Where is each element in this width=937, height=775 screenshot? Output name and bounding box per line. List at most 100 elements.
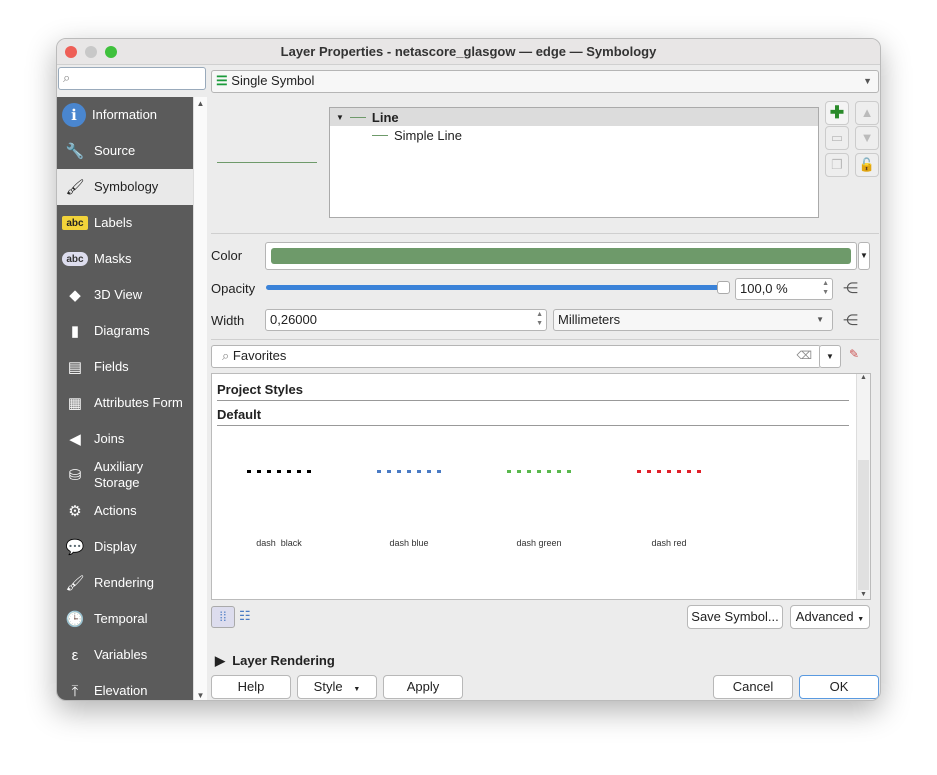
duplicate-layer-button[interactable]: ❐ [825, 153, 849, 177]
scrollbar-thumb[interactable] [858, 460, 869, 590]
scroll-up-icon[interactable]: ▲ [194, 99, 207, 108]
close-window-button[interactable] [65, 46, 77, 58]
sidebar-item-label: 3D View [94, 287, 143, 302]
sidebar-item-display[interactable]: 💬 Display [57, 529, 193, 565]
sidebar-item-joins[interactable]: ◀ Joins [57, 421, 193, 457]
opacity-slider[interactable] [266, 285, 728, 290]
sidebar-item-label: Labels [94, 215, 133, 230]
sidebar-item-symbology[interactable]: 🖌 Symbology [57, 169, 193, 205]
symbol-name: dash blue [389, 538, 429, 548]
advanced-label: Advanced [795, 609, 854, 624]
sidebar-item-label: Masks [94, 251, 132, 266]
sidebar-item-label: Diagrams [94, 323, 150, 338]
sidebar-item-label: Attributes Form [94, 395, 183, 410]
auxiliary-storage-icon: ⛁ [68, 467, 82, 484]
width-spinbox[interactable]: 0,26000 ▲ ▼ [265, 309, 547, 331]
sidebar-item-rendering[interactable]: 🖌 Rendering [57, 565, 193, 601]
sidebar-item-label: Rendering [94, 575, 154, 590]
symbol-preview-2[interactable] [507, 470, 571, 473]
symbol-library: Project Styles Default dash black dash bl… [211, 373, 871, 600]
info-icon: ℹ [62, 103, 86, 127]
opacity-spinbox[interactable]: 100,0 % ▲ ▼ [735, 278, 833, 300]
search-icon: ⌕ [63, 70, 71, 85]
sidebar-item-label: Auxiliary Storage [94, 459, 144, 490]
symbology-icon: 🖌 [65, 179, 85, 196]
layer-properties-window: Layer Properties - netascore_glasgow — e… [56, 38, 881, 701]
clear-icon[interactable]: ⌫ [796, 346, 812, 366]
apply-button[interactable]: Apply [383, 675, 463, 699]
sidebar-item-temporal[interactable]: 🕒 Temporal [57, 601, 193, 637]
group-project-styles: Project Styles [217, 382, 303, 397]
sidebar-item-attributes-form[interactable]: ▦ Attributes Form [57, 385, 193, 421]
sidebar-item-label: Fields [94, 359, 129, 374]
symbol-preview [217, 162, 317, 163]
move-down-button[interactable]: ▼ [855, 126, 879, 150]
opacity-label: Opacity [211, 281, 256, 296]
opacity-slider-handle[interactable] [717, 281, 730, 294]
filter-dropdown-button[interactable]: ▼ [819, 345, 841, 368]
temporal-icon: 🕒 [65, 611, 85, 628]
scroll-down-icon[interactable]: ▼ [194, 691, 207, 700]
sidebar-item-elevation[interactable]: ⤒ Elevation [57, 673, 193, 700]
elevation-icon: ⤒ [71, 682, 79, 700]
symbol-name: dash red [651, 538, 687, 548]
sidebar-item-info[interactable]: ℹ Information [57, 97, 193, 133]
variables-icon: ε [71, 646, 79, 664]
sidebar-item-auxiliary-storage[interactable]: ⛁ Auxiliary Storage [57, 457, 193, 493]
diagrams-icon: ▮ [70, 323, 80, 340]
opacity-value: 100,0 % [740, 281, 788, 296]
save-symbol-button[interactable]: Save Symbol... [687, 605, 783, 629]
remove-symbol-layer-button[interactable]: ▭ [825, 126, 849, 150]
sidebar-item-diagrams[interactable]: ▮ Diagrams [57, 313, 193, 349]
sidebar-item-label: Symbology [94, 179, 159, 194]
ok-button[interactable]: OK [799, 675, 879, 699]
symbol-filter-input[interactable]: ⌕ Favorites ⌫ [211, 345, 821, 368]
tree-item-line[interactable]: ▼ Line [330, 108, 818, 126]
help-button[interactable]: Help [211, 675, 291, 699]
symbol-name: dash green [516, 538, 562, 548]
advanced-button[interactable]: Advanced ▼ [790, 605, 870, 629]
renderer-select[interactable]: ☰ Single Symbol ▼ [211, 70, 879, 93]
cancel-button[interactable]: Cancel [713, 675, 793, 699]
move-up-button[interactable]: ▲ [855, 101, 879, 125]
title-bar: Layer Properties - netascore_glasgow — e… [57, 39, 880, 65]
color-dropdown-button[interactable]: ▼ [858, 242, 870, 270]
minimize-window-button[interactable] [85, 46, 97, 58]
sidebar-item-masks[interactable]: abc Masks [57, 241, 193, 277]
style-button[interactable]: Style ▼ [297, 675, 377, 699]
unit-select[interactable]: Millimeters ▼ [553, 309, 833, 331]
layer-rendering-toggle[interactable]: ▶ Layer Rendering [215, 653, 335, 669]
list-view-button[interactable]: ☷ [239, 608, 251, 624]
sidebar-item-fields[interactable]: ▤ Fields [57, 349, 193, 385]
single-symbol-icon: ☰ [216, 73, 228, 88]
color-button[interactable] [265, 242, 857, 270]
data-defined-override-icon[interactable]: ⋲ [843, 279, 858, 297]
sidebar-item-label: Actions [94, 503, 137, 518]
rendering-icon: 🖌 [65, 575, 85, 592]
library-scrollbar[interactable]: ▲ ▼ [856, 374, 870, 599]
sidebar-search-input[interactable]: ⌕ [58, 67, 206, 90]
sidebar-item-label: Temporal [94, 611, 148, 626]
symbol-preview-1[interactable] [377, 470, 441, 473]
tree-child-label: Simple Line [394, 127, 462, 143]
add-symbol-layer-button[interactable]: ✚ [825, 101, 849, 125]
attributes-form-icon: ▦ [67, 395, 83, 412]
sidebar-item-labels[interactable]: abc Labels [57, 205, 193, 241]
data-defined-override-icon[interactable]: ⋲ [843, 311, 858, 329]
symbol-layer-tree: ▼ Line Simple Line [329, 107, 819, 218]
tree-item-simple-line[interactable]: Simple Line [330, 126, 818, 144]
sidebar-scrollbar[interactable]: ▲ ▼ [193, 97, 207, 700]
sidebar-item-actions[interactable]: ⚙ Actions [57, 493, 193, 529]
sidebar-item-3d-view[interactable]: ◆ 3D View [57, 277, 193, 313]
style-manager-icon[interactable]: ✎ [849, 347, 859, 361]
symbol-preview-3[interactable] [637, 470, 701, 473]
sidebar-item-source[interactable]: 🔧 Source [57, 133, 193, 169]
icon-view-button[interactable]: ⁞⁞ [211, 606, 235, 628]
zoom-window-button[interactable] [105, 46, 117, 58]
sidebar-item-label: Display [94, 539, 137, 554]
lock-layer-button[interactable]: 🔓 [855, 153, 879, 177]
group-default: Default [217, 407, 262, 422]
symbol-preview-0[interactable] [247, 470, 311, 473]
display-icon: 💬 [65, 539, 85, 556]
sidebar-item-variables[interactable]: ε Variables [57, 637, 193, 673]
